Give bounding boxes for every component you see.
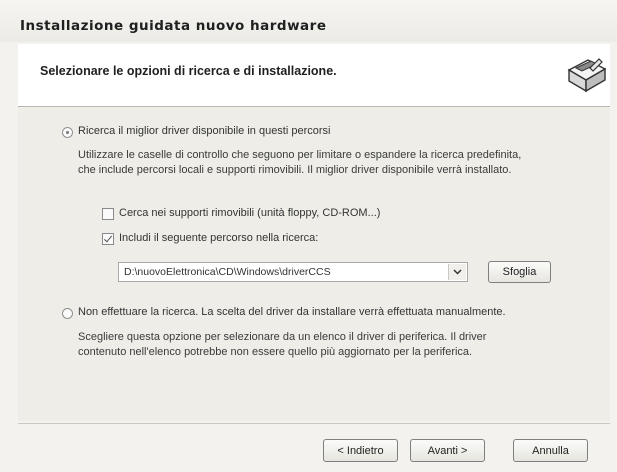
search-description-line2: che include percorsi locali e supporti r… — [78, 164, 512, 176]
path-value[interactable]: D:\nuovoElettronica\CD\Windows\driverCCS — [124, 266, 331, 278]
search-radio-label[interactable]: Ricerca il miglior driver disponibile in… — [78, 125, 330, 137]
manual-radio[interactable] — [62, 308, 73, 319]
path-combobox[interactable]: D:\nuovoElettronica\CD\Windows\driverCCS — [118, 262, 468, 282]
window-title: Installazione guidata nuovo hardware — [20, 18, 327, 34]
removable-media-label[interactable]: Cerca nei supporti rimovibili (unità flo… — [119, 207, 380, 219]
chevron-down-icon — [453, 269, 462, 275]
next-button[interactable]: Avanti > — [410, 439, 485, 462]
hardware-wizard-icon — [567, 58, 607, 93]
include-path-label[interactable]: Includi il seguente percorso nella ricer… — [119, 232, 318, 244]
manual-description-line2: contenuto nell'elenco potrebbe non esser… — [78, 346, 473, 358]
manual-description-line1: Scegliere questa opzione per selezionare… — [78, 331, 487, 343]
search-radio[interactable] — [62, 127, 73, 138]
title-bar: Installazione guidata nuovo hardware — [0, 0, 617, 42]
removable-media-checkbox[interactable] — [102, 208, 114, 220]
footer-bar: < Indietro Avanti > Annulla — [0, 424, 617, 472]
cancel-button[interactable]: Annulla — [513, 439, 588, 462]
header-title: Selezionare le opzioni di ricerca e di i… — [40, 64, 337, 78]
search-description-line1: Utilizzare le caselle di controllo che s… — [78, 149, 522, 161]
header-panel: Selezionare le opzioni di ricerca e di i… — [18, 44, 610, 107]
browse-button[interactable]: Sfoglia — [488, 261, 551, 283]
manual-radio-label[interactable]: Non effettuare la ricerca. La scelta del… — [78, 306, 506, 318]
back-button[interactable]: < Indietro — [323, 439, 398, 462]
path-dropdown-button[interactable] — [448, 264, 466, 280]
options-panel: Ricerca il miglior driver disponibile in… — [18, 107, 610, 421]
include-path-checkbox[interactable] — [102, 233, 114, 245]
